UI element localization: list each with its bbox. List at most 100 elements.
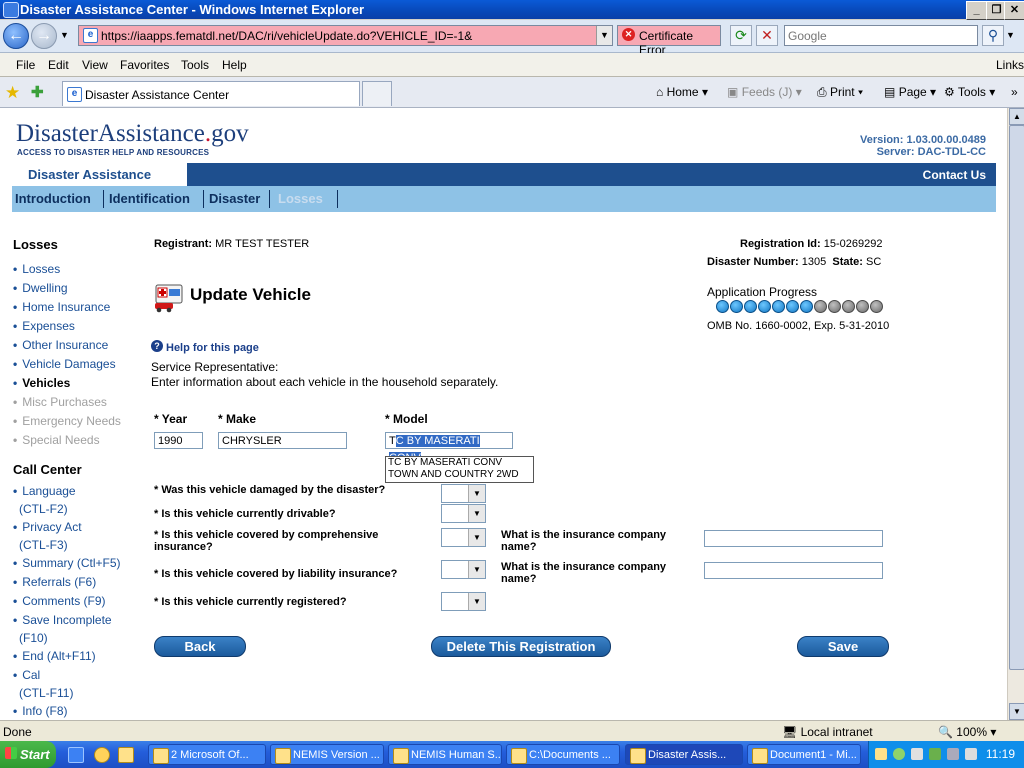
call-center-item[interactable]: • Referrals (F6) xyxy=(13,575,96,589)
address-dropdown-icon[interactable]: ▼ xyxy=(596,26,612,45)
progress-step-dot xyxy=(730,300,743,313)
stop-icon[interactable]: ✕ xyxy=(756,25,778,46)
call-center-shortcut[interactable]: (CTL-F11) xyxy=(19,686,73,700)
page-menu-button[interactable]: ▤ Page ▾ xyxy=(884,85,936,99)
zoom-control[interactable]: 🔍 100% ▾ xyxy=(938,725,996,739)
home-button[interactable]: ⌂ Home ▾ xyxy=(656,85,708,99)
favorites-star-icon[interactable]: ★ xyxy=(5,83,20,103)
call-center-item[interactable]: • Save Incomplete xyxy=(13,613,112,627)
tab-disaster-assistance[interactable]: e Disaster Assistance Center xyxy=(62,81,360,106)
call-center-item[interactable]: • Comments (F9) xyxy=(13,594,106,608)
site-logo[interactable]: DisasterAssistance.gov xyxy=(16,120,249,148)
quicklaunch-icon[interactable] xyxy=(68,747,84,763)
tray-icon[interactable] xyxy=(875,748,887,760)
menu-edit[interactable]: Edit xyxy=(48,58,69,72)
save-button[interactable]: Save xyxy=(797,636,889,657)
sidebar-item[interactable]: • Losses xyxy=(13,262,60,276)
tray-icon[interactable] xyxy=(911,748,923,760)
make-field[interactable]: CHRYSLER xyxy=(218,432,347,449)
sidebar-item[interactable]: • Dwelling xyxy=(13,281,68,295)
ins-company-field-1[interactable] xyxy=(704,530,883,547)
call-center-shortcut[interactable]: (CTL-F3) xyxy=(19,538,68,552)
sidebar-item[interactable]: • Home Insurance xyxy=(13,300,110,314)
print-button[interactable]: ⎙ Print ▾ xyxy=(817,85,863,100)
tray-icon[interactable] xyxy=(947,748,959,760)
ie-quicklaunch-icon[interactable] xyxy=(94,747,110,763)
close-icon[interactable]: ✕ xyxy=(1004,1,1024,20)
call-center-shortcut[interactable]: (CTL-F2) xyxy=(19,502,68,516)
menu-file[interactable]: File xyxy=(16,58,35,72)
app-icon xyxy=(275,748,291,764)
damaged-select[interactable]: ▼ xyxy=(441,484,486,503)
speaker-icon[interactable] xyxy=(965,748,977,760)
search-input[interactable]: Google xyxy=(784,25,978,46)
certificate-error-button[interactable]: ✕ Certificate Error xyxy=(617,25,721,57)
contact-us-link[interactable]: Contact Us xyxy=(923,168,986,182)
start-button[interactable]: Start xyxy=(0,741,56,768)
scroll-thumb[interactable] xyxy=(1009,125,1024,670)
progress-step-dot xyxy=(800,300,813,313)
scroll-up-icon[interactable]: ▲ xyxy=(1009,108,1024,125)
call-center-item[interactable]: • Info (F8) xyxy=(13,704,68,718)
sidebar-item[interactable]: • Other Insurance xyxy=(13,338,108,352)
tools-menu-button[interactable]: ⚙ Tools ▾ xyxy=(944,85,995,99)
sidebar-item[interactable]: • Expenses xyxy=(13,319,75,333)
tab-introduction[interactable]: Introduction xyxy=(15,191,91,206)
minimize-icon[interactable]: _ xyxy=(966,1,987,20)
drivable-select[interactable]: ▼ xyxy=(441,504,486,523)
help-link[interactable]: Help for this page xyxy=(166,342,259,354)
tray-icon[interactable] xyxy=(929,748,941,760)
scroll-down-icon[interactable]: ▼ xyxy=(1009,703,1024,720)
zone-indicator[interactable]: 🖥 Local intranet xyxy=(782,725,873,739)
taskbar-item-office[interactable]: 2 Microsoft Of... xyxy=(148,744,266,765)
tab-identification[interactable]: Identification xyxy=(109,191,190,206)
help-icon[interactable]: ? xyxy=(151,340,163,352)
feeds-button[interactable]: ▣ Feeds (J) ▾ xyxy=(727,85,802,99)
year-field[interactable]: 1990 xyxy=(154,432,203,449)
delete-registration-button[interactable]: Delete This Registration xyxy=(431,636,611,657)
taskbar-item-documents[interactable]: C:\Documents ... xyxy=(506,744,620,765)
call-center-shortcut[interactable]: (F10) xyxy=(19,631,48,645)
registered-select[interactable]: ▼ xyxy=(441,592,486,611)
taskbar-item-disaster[interactable]: Disaster Assis... xyxy=(625,744,743,765)
search-options-icon[interactable]: ▼ xyxy=(1006,30,1015,40)
forward-icon[interactable]: → xyxy=(31,23,57,49)
refresh-icon[interactable]: ⟳ xyxy=(730,25,752,46)
call-center-item[interactable]: • End (Alt+F11) xyxy=(13,649,96,663)
tab-disaster[interactable]: Disaster xyxy=(209,191,260,206)
menu-favorites[interactable]: Favorites xyxy=(120,58,169,72)
sidebar-item[interactable]: • Vehicle Damages xyxy=(13,357,116,371)
word-icon xyxy=(752,748,768,764)
chevron-right-icon[interactable]: » xyxy=(1011,85,1018,99)
taskbar-item-nemis[interactable]: NEMIS Version ... xyxy=(270,744,384,765)
outlook-quicklaunch-icon[interactable] xyxy=(118,747,134,763)
suggestion-item[interactable]: TOWN AND COUNTRY 2WD xyxy=(388,469,533,481)
call-center-item[interactable]: • Language xyxy=(13,484,76,498)
call-center-item[interactable]: • Summary (Ctl+F5) xyxy=(13,556,121,570)
address-input[interactable]: e https://iaapps.fematdl.net/DAC/ri/vehi… xyxy=(78,25,613,46)
add-favorite-icon[interactable]: ✚ xyxy=(31,83,44,101)
taskbar-item-nemis-hs[interactable]: NEMIS Human S... xyxy=(388,744,502,765)
vertical-scrollbar[interactable]: ▲ ▼ xyxy=(1007,108,1024,720)
call-center-item[interactable]: • Cal xyxy=(13,668,40,682)
back-button[interactable]: Back xyxy=(154,636,246,657)
ins-company-field-2[interactable] xyxy=(704,562,883,579)
model-suggestions: TC BY MASERATI CONV TOWN AND COUNTRY 2WD xyxy=(385,456,534,483)
menu-tools[interactable]: Tools xyxy=(181,58,209,72)
liability-select[interactable]: ▼ xyxy=(441,560,486,579)
tray-icon[interactable] xyxy=(893,748,905,760)
taskbar-item-document1[interactable]: Document1 - Mi... xyxy=(747,744,861,765)
history-dropdown-icon[interactable]: ▼ xyxy=(60,30,69,40)
links-toolbar[interactable]: Links xyxy=(996,58,1024,72)
suggestion-item[interactable]: TC BY MASERATI CONV xyxy=(388,457,533,469)
windows-logo-icon xyxy=(5,747,17,759)
comprehensive-select[interactable]: ▼ xyxy=(441,528,486,547)
menu-help[interactable]: Help xyxy=(222,58,247,72)
search-icon[interactable]: ⚲ xyxy=(982,25,1004,46)
new-tab-button[interactable] xyxy=(362,81,392,106)
model-field[interactable]: TC BY MASERATI CONV xyxy=(385,432,513,464)
menu-view[interactable]: View xyxy=(82,58,108,72)
call-center-item[interactable]: • Privacy Act xyxy=(13,520,82,534)
back-icon[interactable]: ← xyxy=(3,23,29,49)
ie-icon xyxy=(630,748,646,764)
